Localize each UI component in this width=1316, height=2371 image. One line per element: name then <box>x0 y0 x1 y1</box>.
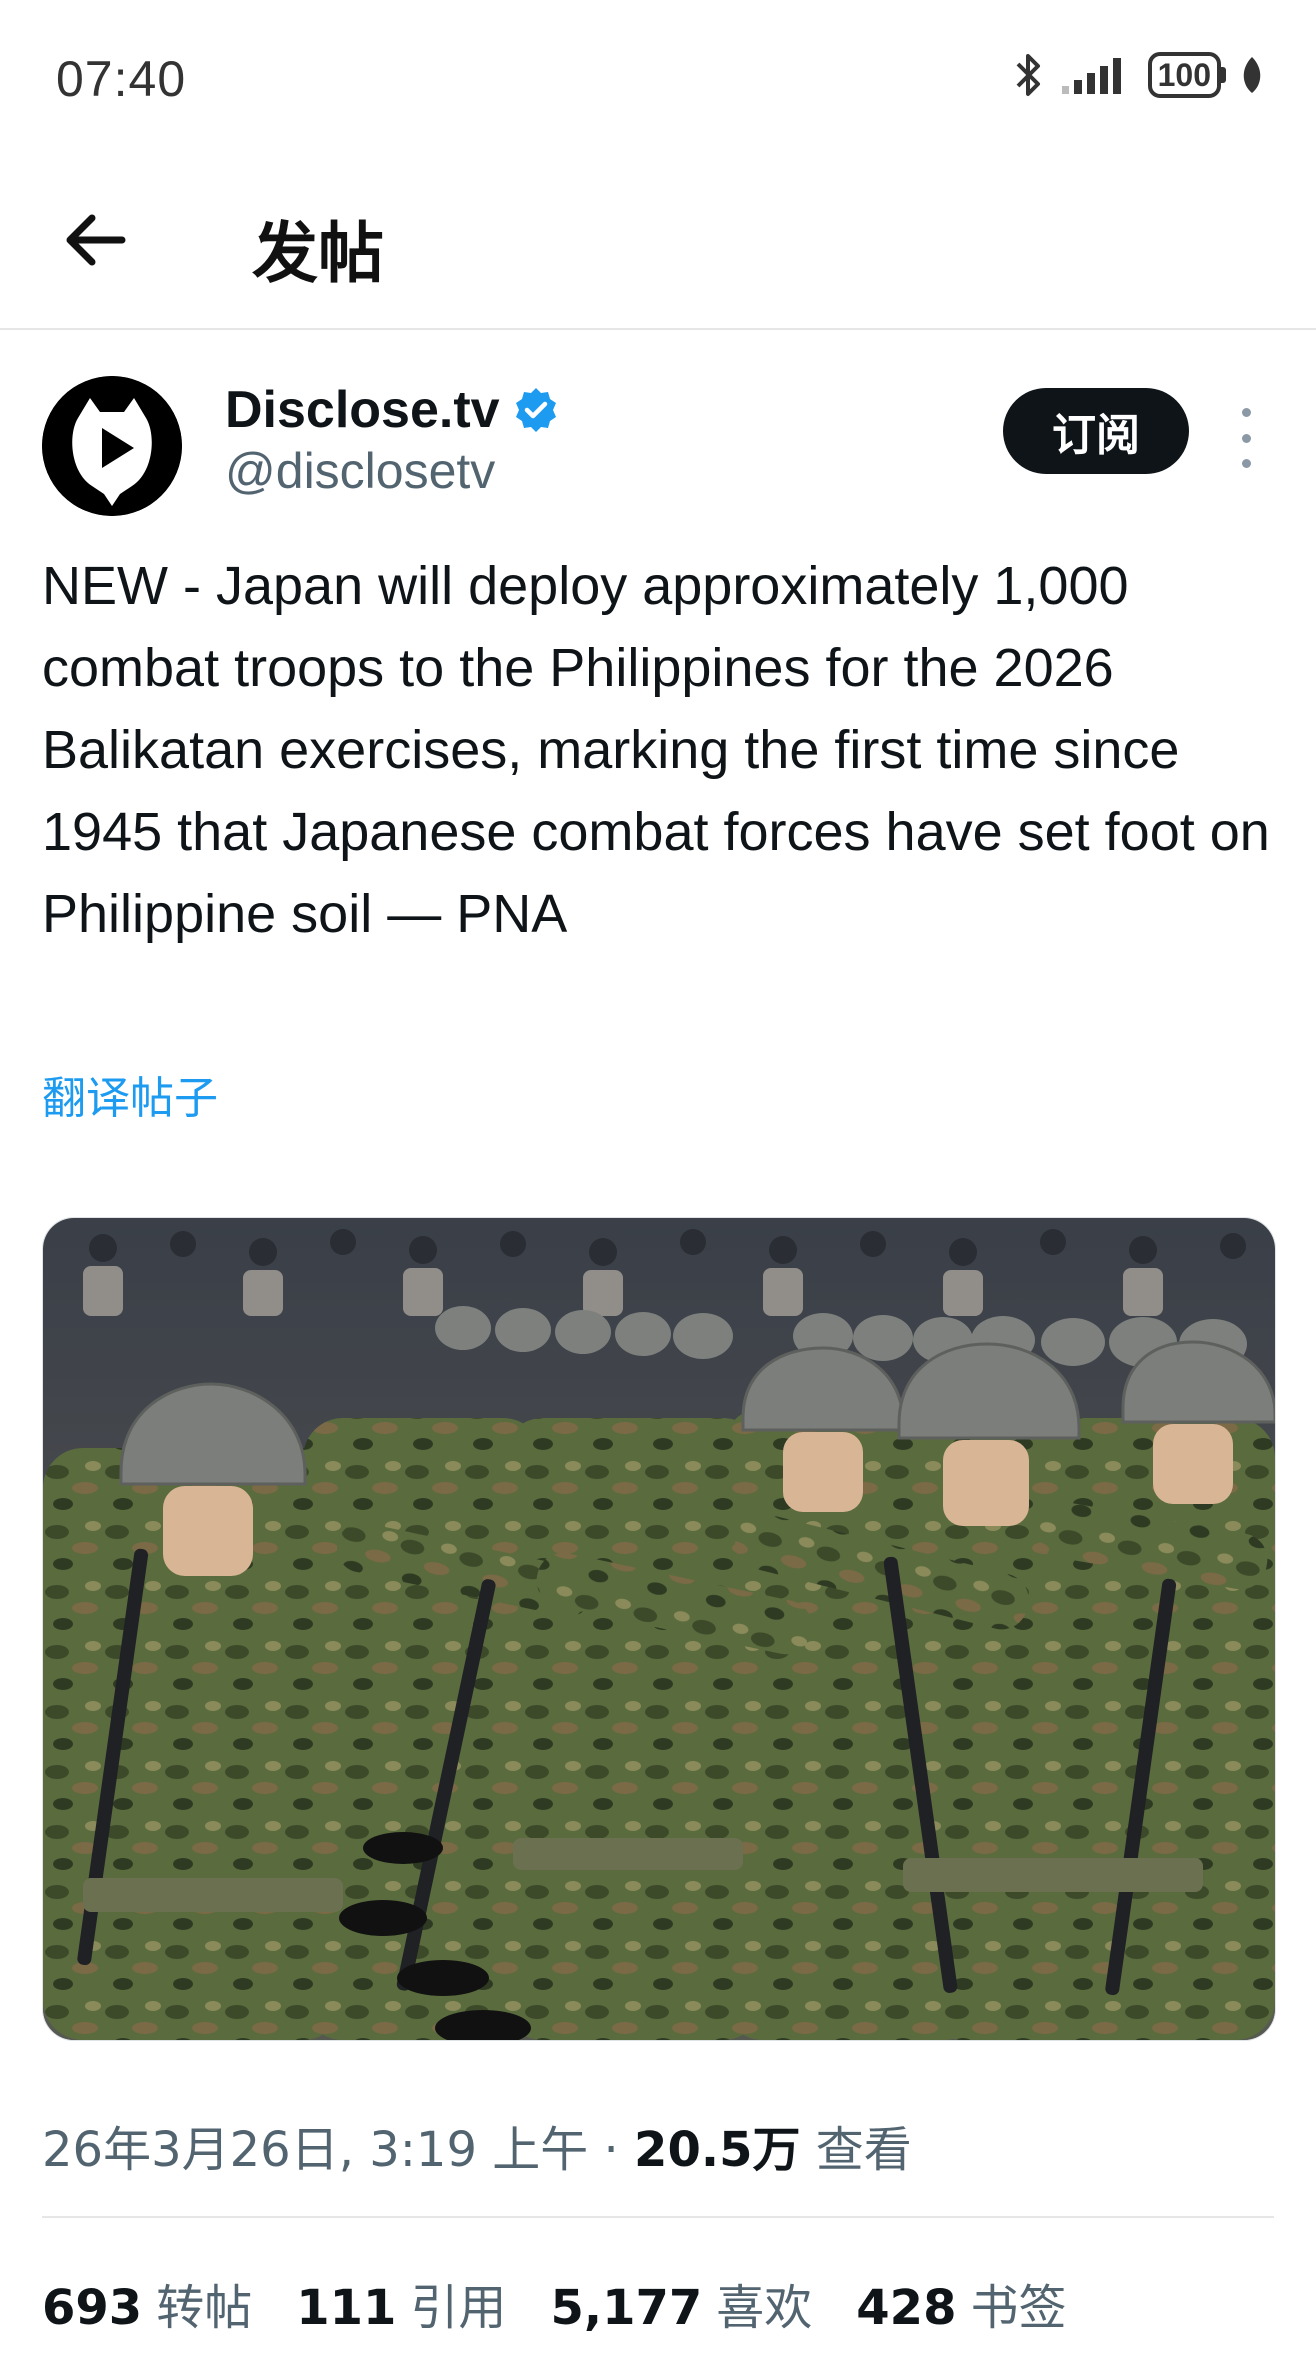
tweet-text: NEW - Japan will deploy approximately 1,… <box>42 556 1270 944</box>
bluetooth-icon <box>1016 54 1040 96</box>
views-count[interactable]: 20.5万 <box>634 2122 800 2178</box>
play-logo-icon <box>42 376 182 516</box>
stat-bookmarks-count: 428 <box>856 2280 957 2336</box>
leaf-icon <box>1243 57 1261 93</box>
back-button[interactable] <box>56 200 136 280</box>
battery-icon: 100 <box>1147 52 1226 98</box>
page-title: 发帖 <box>252 216 384 290</box>
stat-quotes[interactable]: 111 引用 <box>296 2268 506 2338</box>
more-options-icon[interactable] <box>1226 408 1266 468</box>
meta-separator: · <box>588 2122 635 2178</box>
back-arrow-icon <box>66 214 126 266</box>
subscribe-button[interactable]: 订阅 <box>1003 388 1189 474</box>
divider <box>42 2216 1274 2218</box>
author-handle[interactable]: @disclosetv <box>225 442 495 500</box>
author-name-wrap[interactable]: Disclose.tv <box>225 380 560 440</box>
stat-likes-label: 喜欢 <box>716 2280 813 2336</box>
stat-reposts-label: 转帖 <box>156 2280 253 2336</box>
stat-quotes-count: 111 <box>296 2280 397 2336</box>
tweet-media-image[interactable] <box>42 1217 1276 2041</box>
battery-level: 100 <box>1147 52 1221 98</box>
stat-bookmarks[interactable]: 428 书签 <box>856 2268 1066 2338</box>
stat-likes[interactable]: 5,177 喜欢 <box>550 2268 812 2338</box>
stat-likes-count: 5,177 <box>550 2280 703 2336</box>
status-time: 07:40 <box>56 51 187 107</box>
views-label: 查看 <box>815 2122 912 2178</box>
stat-bookmarks-label: 书签 <box>970 2280 1067 2336</box>
stat-reposts[interactable]: 693 转帖 <box>42 2268 252 2338</box>
stat-quotes-label: 引用 <box>410 2280 507 2336</box>
status-icons: 100 <box>1012 52 1264 98</box>
author-row: Disclose.tv @disclosetv 订阅 <box>0 372 1316 522</box>
signal-icon <box>1061 58 1121 94</box>
tweet-date: 26年3月26日, 3:19 上午 <box>42 2122 589 2178</box>
stats-row: 693 转帖 111 引用 5,177 喜欢 428 书签 <box>42 2268 1067 2338</box>
stat-reposts-count: 693 <box>42 2280 143 2336</box>
translate-link[interactable]: 翻译帖子 <box>42 1062 218 1126</box>
status-bar: 07:40 100 <box>0 0 1316 150</box>
app-header: 发帖 <box>0 150 1316 330</box>
avatar[interactable] <box>42 376 182 516</box>
author-name[interactable]: Disclose.tv <box>225 380 500 440</box>
tweet-meta: 26年3月26日, 3:19 上午 · 20.5万 查看 <box>42 2110 912 2180</box>
verified-badge-icon <box>515 388 556 432</box>
soldiers-parade-photo <box>43 1218 1275 2040</box>
